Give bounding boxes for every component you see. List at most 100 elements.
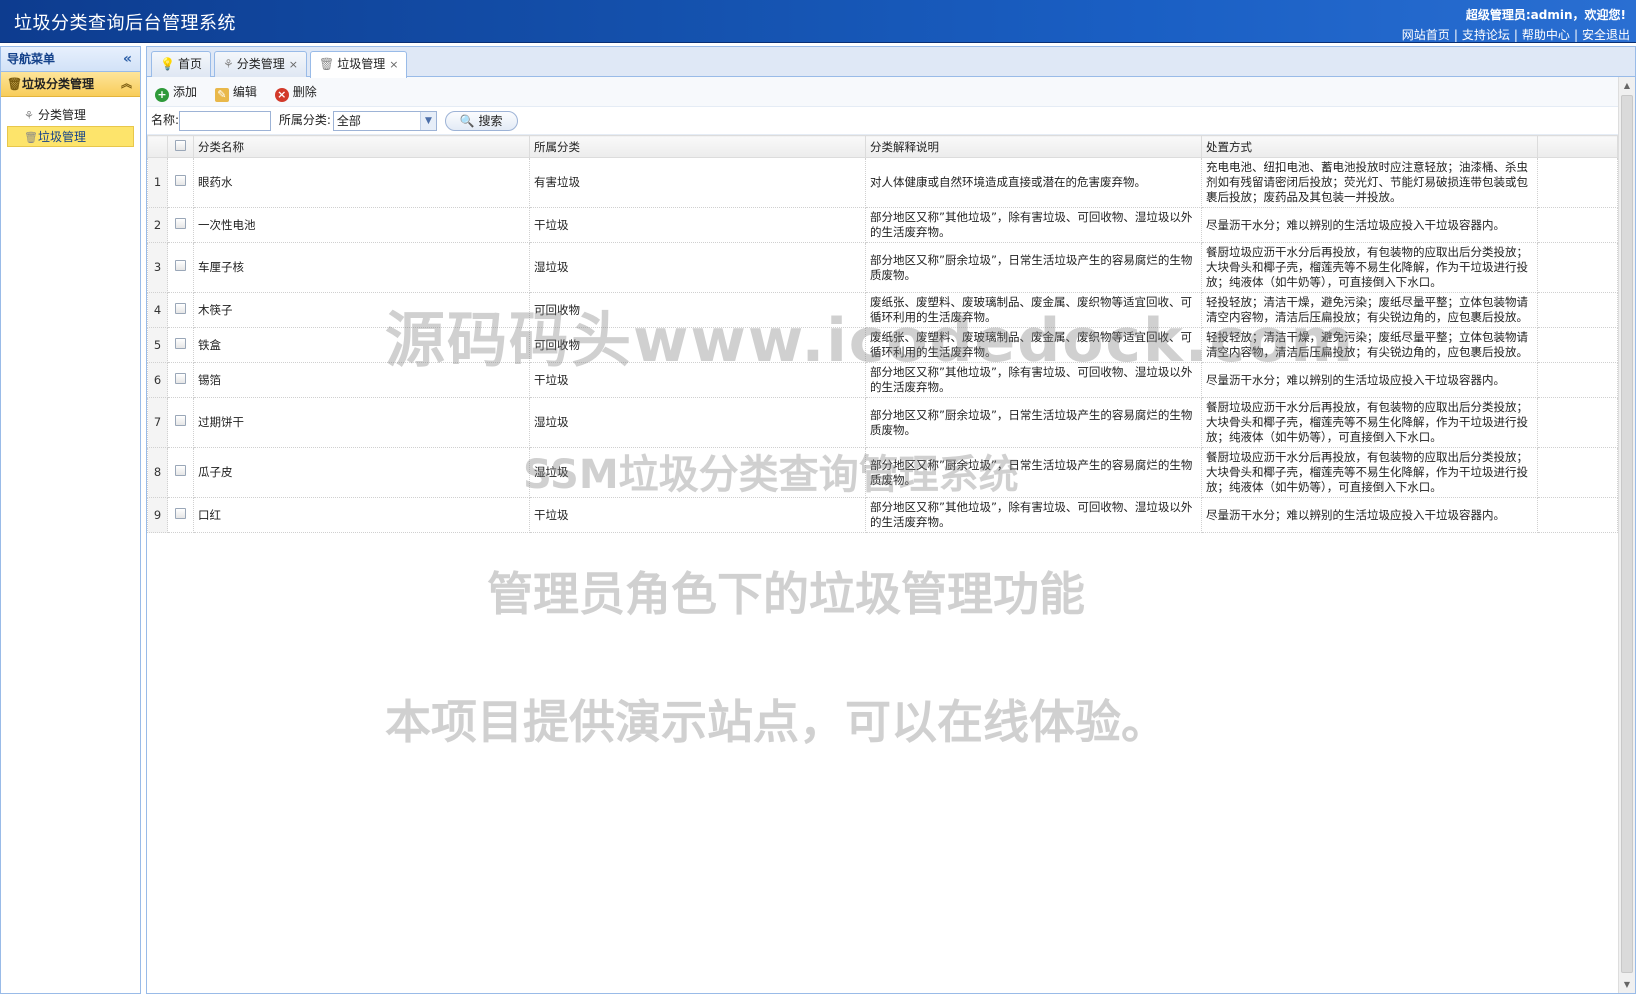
category-select[interactable]: 全部 ▼	[332, 110, 437, 131]
delete-button[interactable]: × 删除	[274, 77, 317, 107]
table-row[interactable]: 5 铁盒 可回收物 废纸张、废塑料、废玻璃制品、废金属、废织物等适宜回收、可循环利用的…	[147, 327, 1618, 363]
cell-filler	[1537, 292, 1618, 328]
double-chevron-left-icon[interactable]: «	[123, 47, 132, 71]
row-checkbox-cell	[167, 397, 194, 448]
row-number: 6	[147, 362, 168, 398]
search-icon: 🔍	[459, 113, 475, 128]
user-greeting: 超级管理员:admin，欢迎您!	[1465, 8, 1626, 22]
link-support-forum[interactable]: 支持论坛	[1462, 28, 1510, 42]
row-checkbox-cell	[167, 207, 194, 243]
cell-method: 轻投轻放；清洁干燥，避免污染；废纸尽量平整；立体包装物请清空内容物，清洁后压扁投…	[1201, 292, 1538, 328]
close-icon[interactable]: ×	[289, 58, 298, 71]
table-row[interactable]: 6 锡箔 干垃圾 部分地区又称”其他垃圾”，除有害垃圾、可回收物、湿垃圾以外的生活废弃…	[147, 362, 1618, 398]
cell-category: 可回收物	[529, 327, 866, 363]
plus-icon: +	[155, 88, 169, 102]
row-checkbox[interactable]	[175, 175, 186, 186]
cell-name: 过期饼干	[193, 397, 530, 448]
tab-label: 首页	[177, 57, 202, 71]
table-row[interactable]: 7 过期饼干 湿垃圾 部分地区又称”厨余垃圾”，日常生活垃圾产生的容易腐烂的生物质废物…	[147, 397, 1618, 448]
cell-filler	[1537, 397, 1618, 448]
chevron-up-icon[interactable]: ︽	[121, 72, 132, 96]
select-all-checkbox[interactable]	[175, 139, 186, 151]
link-site-home[interactable]: 网站首页	[1402, 28, 1450, 42]
tab-home[interactable]: 💡 首页	[151, 51, 211, 77]
cell-description: 部分地区又称”其他垃圾”，除有害垃圾、可回收物、湿垃圾以外的生活废弃物。	[865, 497, 1202, 533]
table-row[interactable]: 4 木筷子 可回收物 废纸张、废塑料、废玻璃制品、废金属、废织物等适宜回收、可循环利用…	[147, 292, 1618, 328]
scroll-down-icon[interactable]: ▼	[1619, 976, 1635, 993]
cell-category: 湿垃圾	[529, 397, 866, 448]
cell-description: 废纸张、废塑料、废玻璃制品、废金属、废织物等适宜回收、可循环利用的生活废弃物。	[865, 292, 1202, 328]
link-logout[interactable]: 安全退出	[1582, 28, 1630, 42]
delete-label: 删除	[292, 85, 317, 99]
search-bar: 名称: 所属分类: 全部 ▼ 🔍 搜索	[147, 107, 1635, 135]
search-button[interactable]: 🔍 搜索	[444, 110, 518, 131]
category-select-value: 全部	[336, 113, 361, 128]
row-number: 1	[147, 157, 168, 208]
row-number: 9	[147, 497, 168, 533]
tab-bar: 💡 首页 ⚘ 分类管理 × 🗑 垃圾管理 ×	[147, 47, 1635, 78]
nav-item-label: 垃圾管理	[38, 130, 87, 144]
cell-name: 瓜子皮	[193, 447, 530, 498]
row-number: 3	[147, 242, 168, 293]
close-icon[interactable]: ×	[389, 58, 398, 71]
name-label: 名称:	[151, 113, 180, 127]
vertical-scrollbar[interactable]: ▲ ▼	[1618, 77, 1635, 993]
cell-filler	[1537, 207, 1618, 243]
scroll-up-icon[interactable]: ▲	[1619, 77, 1635, 94]
tree-icon: ⚘	[222, 57, 234, 71]
nav-item-category-management[interactable]: ⚘ 分类管理	[7, 104, 134, 125]
table-row[interactable]: 1 眼药水 有害垃圾 对人体健康或自然环境造成直接或潜在的危害废弃物。 充电电池、纽扣电…	[147, 157, 1618, 208]
nav-group-garbage-classification[interactable]: 🗑垃圾分类管理 ︽	[1, 72, 140, 97]
scrollbar-thumb[interactable]	[1621, 95, 1633, 973]
link-help-center[interactable]: 帮助中心	[1522, 28, 1570, 42]
cell-category: 干垃圾	[529, 362, 866, 398]
row-checkbox[interactable]	[175, 465, 186, 476]
table-body: 1 眼药水 有害垃圾 对人体健康或自然环境造成直接或潜在的危害废弃物。 充电电池、纽扣电…	[147, 157, 1618, 533]
toolbar: + 添加 ✎ 编辑 × 删除	[147, 77, 1635, 107]
edit-label: 编辑	[232, 85, 257, 99]
table-header-row: 分类名称 所属分类 分类解释说明 处置方式	[147, 135, 1618, 158]
edit-button[interactable]: ✎ 编辑	[214, 77, 257, 107]
table-row[interactable]: 9 口红 干垃圾 部分地区又称”其他垃圾”，除有害垃圾、可回收物、湿垃圾以外的生活废弃…	[147, 497, 1618, 533]
table-row[interactable]: 2 一次性电池 干垃圾 部分地区又称”其他垃圾”，除有害垃圾、可回收物、湿垃圾以外的生…	[147, 207, 1618, 243]
row-number: 4	[147, 292, 168, 328]
tab-category-management[interactable]: ⚘ 分类管理 ×	[213, 51, 307, 77]
cell-description: 对人体健康或自然环境造成直接或潜在的危害废弃物。	[865, 157, 1202, 208]
cell-category: 干垃圾	[529, 207, 866, 243]
row-checkbox[interactable]	[175, 507, 186, 519]
cell-description: 废纸张、废塑料、废玻璃制品、废金属、废织物等适宜回收、可循环利用的生活废弃物。	[865, 327, 1202, 363]
row-checkbox[interactable]	[175, 337, 186, 349]
select-all-cell	[167, 135, 194, 158]
cell-category: 湿垃圾	[529, 242, 866, 293]
nav-items: ⚘ 分类管理 🗑垃圾管理	[1, 97, 140, 154]
row-checkbox[interactable]	[175, 415, 186, 426]
col-header-category[interactable]: 所属分类	[529, 135, 866, 158]
cell-method: 尽量沥干水分；难以辨别的生活垃圾应投入干垃圾容器内。	[1201, 207, 1538, 243]
name-input[interactable]	[179, 110, 272, 131]
bulb-icon: 💡	[160, 57, 175, 71]
row-checkbox[interactable]	[175, 217, 186, 229]
row-checkbox[interactable]	[175, 260, 186, 271]
col-header-description[interactable]: 分类解释说明	[865, 135, 1202, 158]
row-checkbox-cell	[167, 327, 194, 363]
row-checkbox-cell	[167, 447, 194, 498]
cell-category: 干垃圾	[529, 497, 866, 533]
cell-name: 口红	[193, 497, 530, 533]
col-header-method[interactable]: 处置方式	[1201, 135, 1538, 158]
col-header-name[interactable]: 分类名称	[193, 135, 530, 158]
add-label: 添加	[173, 85, 198, 99]
tab-garbage-management[interactable]: 🗑 垃圾管理 ×	[309, 51, 408, 78]
delete-icon: ×	[274, 88, 289, 102]
add-button[interactable]: + 添加	[155, 77, 197, 107]
chevron-down-icon[interactable]: ▼	[419, 111, 436, 130]
nav-group-label: 垃圾分类管理	[22, 77, 95, 91]
cell-method: 尽量沥干水分；难以辨别的生活垃圾应投入干垃圾容器内。	[1201, 362, 1538, 398]
table-row[interactable]: 3 车厘子核 湿垃圾 部分地区又称”厨余垃圾”，日常生活垃圾产生的容易腐烂的生物质废物…	[147, 242, 1618, 293]
table-row[interactable]: 8 瓜子皮 湿垃圾 部分地区又称”厨余垃圾”，日常生活垃圾产生的容易腐烂的生物质废物。…	[147, 447, 1618, 498]
row-checkbox[interactable]	[175, 302, 186, 314]
row-checkbox[interactable]	[175, 372, 186, 384]
nav-item-garbage-management[interactable]: 🗑垃圾管理	[7, 126, 134, 147]
trash-icon: 🗑	[24, 131, 38, 144]
tab-label: 分类管理	[236, 57, 285, 71]
cell-filler	[1537, 497, 1618, 533]
